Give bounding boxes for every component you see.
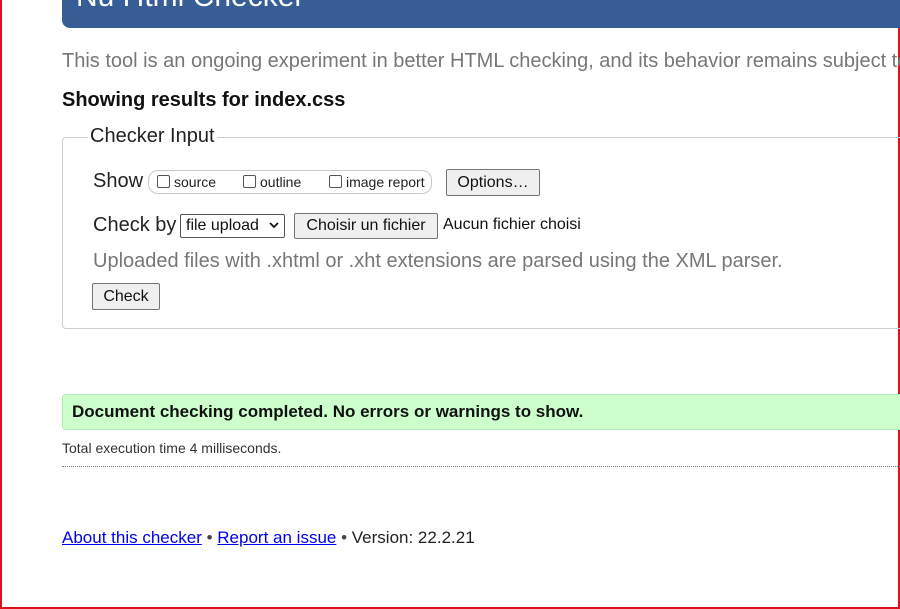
dotted-divider (62, 466, 900, 467)
show-label: Show (93, 170, 144, 192)
version-text: Version: 22.2.21 (351, 528, 475, 547)
no-file-text: Aucun fichier choisi (443, 216, 581, 233)
check-by-selected-value: file upload (186, 217, 259, 234)
show-options-group: source outline image report (148, 170, 432, 194)
upload-hint: Uploaded files with .xhtml or .xht exten… (93, 250, 783, 272)
checker-input-legend: Checker Input (88, 125, 217, 148)
success-message: Document checking completed. No errors o… (72, 402, 584, 421)
about-checker-link[interactable]: About this checker (62, 528, 202, 547)
checkbox-source-label: source (174, 174, 217, 190)
footer-separator: • (341, 528, 348, 547)
report-issue-link[interactable]: Report an issue (217, 528, 336, 547)
checkbox-image-report-label: image report (346, 174, 425, 190)
check-button[interactable]: Check (92, 283, 160, 310)
chevron-down-icon (269, 222, 279, 229)
intro-text: This tool is an ongoing experiment in be… (62, 50, 900, 72)
checkbox-image-report[interactable]: image report (329, 174, 425, 190)
checkbox-outline[interactable]: outline (243, 174, 301, 190)
check-by-select[interactable]: file upload (180, 214, 285, 238)
execution-time: Total execution time 4 milliseconds. (62, 440, 282, 456)
results-heading: Showing results for index.css (62, 89, 346, 111)
checkbox-source[interactable]: source (157, 174, 216, 190)
checkbox-image-report-box[interactable] (329, 174, 342, 188)
page-frame: Nu Html Checker This tool is an ongoing … (2, 0, 900, 607)
checkbox-source-box[interactable] (157, 174, 170, 188)
app-title: Nu Html Checker (76, 0, 304, 14)
choose-file-button[interactable]: Choisir un fichier (294, 213, 438, 239)
footer-separator: • (206, 528, 213, 547)
check-by-label: Check by (93, 214, 177, 236)
options-button[interactable]: Options… (446, 169, 540, 196)
header-bar: Nu Html Checker (62, 0, 900, 28)
checkbox-outline-label: outline (260, 174, 302, 190)
footer: About this checker • Report an issue • V… (62, 528, 475, 548)
checkbox-outline-box[interactable] (243, 174, 256, 188)
